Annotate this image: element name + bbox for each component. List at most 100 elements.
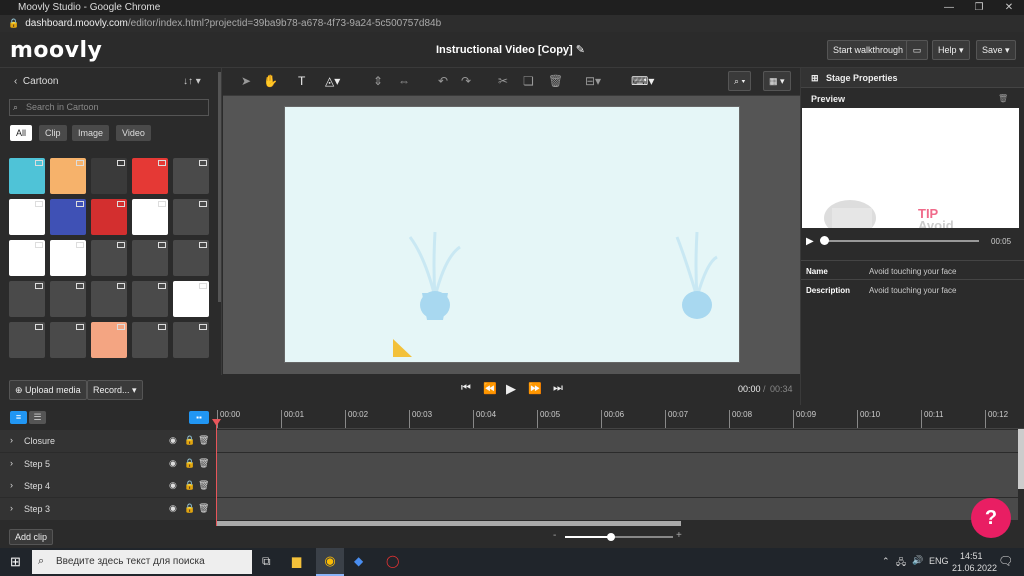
address-bar[interactable]: 🔒 dashboard.moovly.com/editor/index.html… [0,15,1024,32]
library-search-input[interactable]: Search in Cartoon [9,99,209,116]
app-icon[interactable]: ◆ [354,554,363,568]
opera-icon[interactable]: ◯ [386,554,399,568]
eye-icon[interactable]: ◉ [169,458,177,469]
windows-start-icon[interactable]: ⊞ [10,554,21,570]
playhead-line[interactable] [216,419,217,526]
edit-icon[interactable]: ✎ [576,44,585,56]
trash-icon[interactable]: 🗑 [998,94,1008,103]
timeline-vscroll[interactable] [1018,429,1024,489]
monitor-icon[interactable]: ▭ [906,40,928,60]
plant-vase-right[interactable] [675,231,718,319]
description-value[interactable]: Avoid touching your face [869,286,956,295]
eye-icon[interactable]: ◉ [169,435,177,446]
timeline-track[interactable]: › Closure ◉ 🔒 🗑 [0,430,1018,452]
add-clip-button[interactable]: Add clip [9,529,54,545]
align-center-icon[interactable]: ⇕ [373,74,383,88]
library-thumbnail[interactable] [173,240,209,276]
close-icon[interactable]: ✕ [994,0,1024,15]
tray-chevron-icon[interactable]: ⌃ [882,556,890,567]
copy-icon[interactable]: ❏ [523,74,534,88]
ruler-triangle-icon[interactable] [393,339,412,357]
save-button[interactable]: Save ▾ [976,40,1016,60]
library-thumbnail[interactable] [91,240,127,276]
network-icon[interactable]: 🖧 [896,555,906,571]
library-thumbnail[interactable] [91,322,127,358]
library-thumbnail[interactable] [173,281,209,317]
zoom-out-icon[interactable]: - [553,530,556,541]
compact-view-button[interactable]: ☰ [29,411,46,424]
filter-all[interactable]: All [10,125,33,141]
chrome-taskbar-button[interactable]: ◉ [316,548,344,576]
library-thumbnail[interactable] [91,281,127,317]
library-thumbnail[interactable] [9,322,45,358]
library-thumbnail[interactable] [132,281,168,317]
trash-icon[interactable]: 🗑 [198,503,209,514]
library-thumbnail[interactable] [50,281,86,317]
taskbar-search-input[interactable]: Введите здесь текст для поиска [32,550,252,574]
timeline-track[interactable]: › Step 4 ◉ 🔒 🗑 [0,475,1018,497]
preview-play-icon[interactable]: ▶ [806,236,814,247]
lock-icon[interactable]: 🔒 [184,480,195,491]
list-view-button[interactable]: ≡ [10,411,27,424]
delete-icon[interactable]: 🗑 [548,74,563,88]
stage-properties-header[interactable]: ⊞ Stage Properties [801,68,1024,88]
undo-icon[interactable]: ↶ [438,74,448,88]
chevron-right-icon[interactable]: › [10,503,13,513]
library-thumbnail[interactable] [173,322,209,358]
library-thumbnail[interactable] [132,322,168,358]
track-name[interactable]: Closure [24,436,55,446]
chevron-left-icon[interactable]: ‹ [14,76,17,87]
track-lane[interactable] [217,497,1018,520]
zoom-search-button[interactable]: ⌕ ▾ [728,71,752,91]
preview-scrubber-handle[interactable] [820,236,829,245]
keyboard-icon[interactable]: ⌨▾ [631,74,654,88]
clock-time[interactable]: 14:51 [960,551,983,561]
eye-icon[interactable]: ◉ [169,480,177,491]
upload-media-button[interactable]: ⊕ Upload media [9,380,87,400]
shape-tool-icon[interactable]: ◬▾ [325,74,340,88]
timeline-ruler[interactable]: 00:00 00:01 00:02 00:03 00:04 00:05 00:06 00:07… [217,405,1024,429]
plant-vase-left[interactable] [408,231,461,320]
library-thumbnail[interactable] [50,158,86,194]
library-thumbnail[interactable] [50,322,86,358]
description-row[interactable]: Description Avoid touching your face [801,279,1024,299]
moovly-logo[interactable]: moovly [10,38,102,63]
lock-icon[interactable]: 🔒 [184,458,195,469]
filter-clip[interactable]: Clip [39,125,67,141]
library-thumbnail[interactable] [91,199,127,235]
redo-icon[interactable]: ↷ [461,74,471,88]
library-thumbnail[interactable] [132,199,168,235]
language-indicator[interactable]: ENG [929,556,949,566]
zoom-in-icon[interactable]: + [676,530,682,541]
project-title[interactable]: Instructional Video [Copy] ✎ [436,43,585,56]
rewind-icon[interactable]: ⏪ [483,382,497,395]
library-title[interactable]: ‹ Cartoon [14,76,58,87]
name-value[interactable]: Avoid touching your face [869,267,956,276]
help-fab-button[interactable]: ? [971,498,1011,538]
lock-icon[interactable]: 🔒 [184,435,195,446]
library-thumbnail[interactable] [132,240,168,276]
library-thumbnail[interactable] [9,199,45,235]
trash-icon[interactable]: 🗑 [198,480,209,491]
start-walkthrough-button[interactable]: Start walkthrough [827,40,910,60]
cut-icon[interactable]: ✂ [498,74,508,88]
layer-icon[interactable]: ⊟▾ [585,74,601,88]
track-name[interactable]: Step 3 [24,504,50,514]
eye-icon[interactable]: ◉ [169,503,177,514]
library-thumbnail[interactable] [173,199,209,235]
timeline-track[interactable]: › Step 3 ◉ 🔒 🗑 [0,497,1018,520]
name-row[interactable]: Name Avoid touching your face [801,260,1024,280]
collapse-icon[interactable]: ⊞ [811,68,819,88]
library-thumbnail[interactable] [50,240,86,276]
lock-icon[interactable]: 🔒 [184,503,195,514]
view-grid-button[interactable]: ▦ ▾ [763,71,791,91]
track-name[interactable]: Step 5 [24,459,50,469]
track-lane[interactable] [217,430,1018,452]
timeline-track[interactable]: › Step 5 ◉ 🔒 🗑 [0,452,1018,475]
volume-icon[interactable]: 🔊 [912,555,923,566]
help-button[interactable]: Help ▾ [932,40,970,60]
record-button[interactable]: Record... ▾ [87,380,143,400]
filter-image[interactable]: Image [72,125,110,141]
library-scrollbar[interactable] [218,72,221,302]
filter-video[interactable]: Video [116,125,151,141]
